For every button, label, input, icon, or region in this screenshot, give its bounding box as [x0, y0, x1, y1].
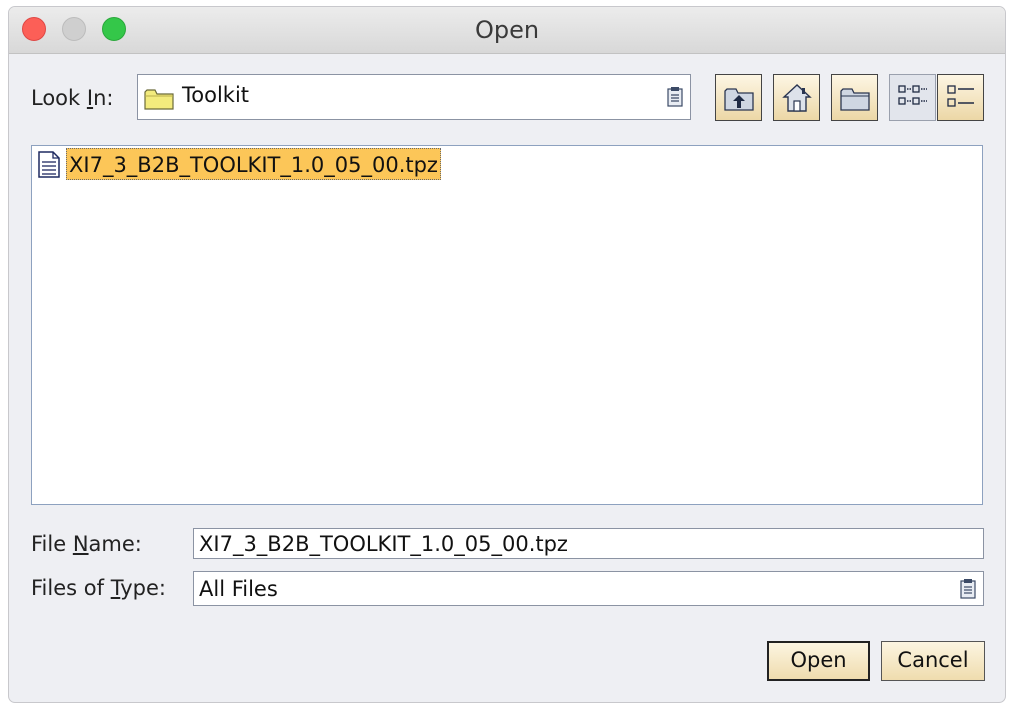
file-name-value: XI7_3_B2B_TOOLKIT_1.0_05_00.tpz: [199, 532, 568, 556]
details-view-button[interactable]: [937, 74, 984, 121]
title-bar: Open: [9, 7, 1005, 54]
window-title: Open: [474, 16, 540, 44]
open-button[interactable]: Open: [767, 641, 870, 681]
files-of-type-value: All Files: [199, 577, 278, 601]
file-icon: [38, 151, 60, 178]
new-folder-icon: [840, 88, 870, 111]
file-name-field[interactable]: XI7_3_B2B_TOOLKIT_1.0_05_00.tpz: [193, 528, 984, 559]
files-of-type-label: Files of Type:: [31, 576, 167, 600]
files-of-type-combo[interactable]: All Files: [193, 571, 984, 606]
chevron-down-icon[interactable]: [666, 86, 684, 108]
new-folder-button[interactable]: [831, 74, 878, 121]
folder-icon: [144, 89, 174, 110]
cancel-button[interactable]: Cancel: [881, 641, 985, 681]
look-in-combo[interactable]: Toolkit: [137, 74, 691, 120]
list-view-icon: [898, 85, 927, 105]
details-view-icon: [947, 85, 974, 107]
list-view-button[interactable]: [889, 74, 936, 121]
home-button[interactable]: [773, 74, 820, 121]
open-dialog: Open Look In: Toolkit XI7_3_B2B_TOOLKIT_…: [8, 6, 1006, 703]
folder-up-icon: [724, 88, 754, 111]
home-icon: [782, 84, 812, 112]
chevron-down-icon[interactable]: [959, 578, 977, 600]
file-name-label[interactable]: XI7_3_B2B_TOOLKIT_1.0_05_00.tpz: [66, 148, 441, 180]
look-in-value: Toolkit: [182, 83, 250, 107]
look-in-label: Look In:: [31, 86, 114, 110]
file-name-label: File Name:: [31, 532, 142, 556]
file-list[interactable]: XI7_3_B2B_TOOLKIT_1.0_05_00.tpz: [31, 145, 983, 505]
up-one-level-button[interactable]: [715, 74, 762, 121]
